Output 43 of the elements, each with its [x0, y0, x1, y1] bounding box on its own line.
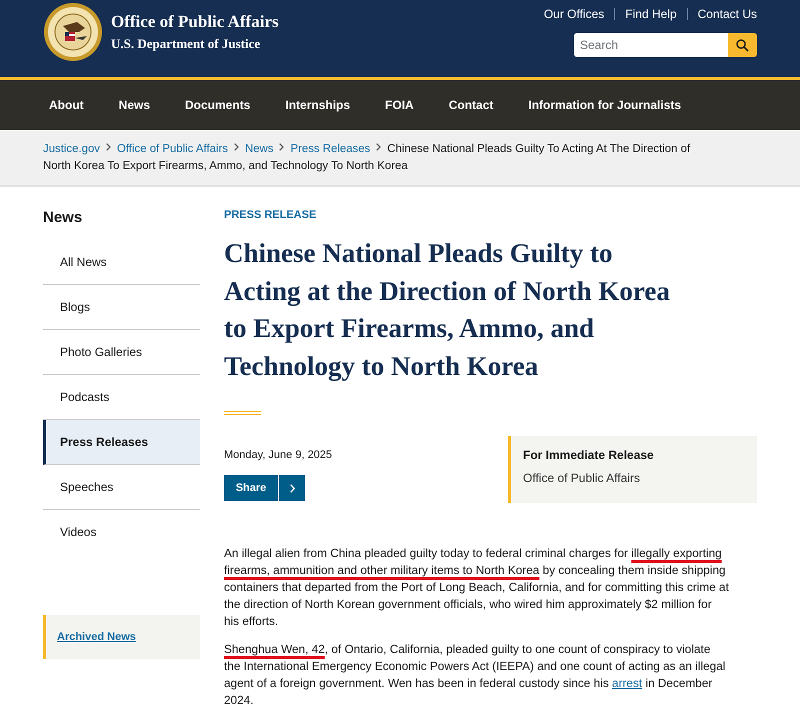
nav-link[interactable]: Information for Journalists: [528, 98, 682, 112]
nav-link[interactable]: Internships: [285, 98, 350, 112]
nav-link[interactable]: Documents: [185, 98, 250, 112]
breadcrumb-link[interactable]: Press Releases: [290, 143, 370, 155]
arrest-link[interactable]: arrest: [612, 676, 642, 690]
utility-link[interactable]: Find Help: [625, 7, 677, 21]
chevron-icon: [290, 484, 294, 492]
breadcrumb-current: Chinese National Pleads Guilty To Acting At The Direction of: [387, 143, 690, 155]
chevron-icon: [106, 143, 111, 151]
breadcrumb-link[interactable]: News: [245, 143, 274, 155]
breadcrumb-link[interactable]: Justice.gov: [43, 143, 100, 155]
search-icon: [736, 38, 749, 52]
content-type-label: PRESS RELEASE: [224, 209, 318, 221]
sidebar-item[interactable]: Speeches: [43, 465, 200, 510]
nav-link[interactable]: About: [49, 98, 84, 112]
utility-link[interactable]: Our Offices: [544, 7, 604, 21]
chevron-icon: [376, 143, 382, 151]
breadcrumb-current: North Korea To Export Firearms, Ammo, and Technology To North Korea: [43, 159, 408, 174]
sidebar-item[interactable]: Blogs: [43, 285, 200, 330]
site-title[interactable]: Office of Public Affairs: [111, 12, 279, 32]
body-paragraph: An illegal alien from China pleaded guilty today to federal criminal charges for illegally exporting firearms, ammunition and other military items to North Korea by concealing them inside shipping containers that departed from the Port of Long Beach, California, and for committing this crime at the direction of North Korean government officials, who wired him approximately $2 million for his efforts.: [224, 545, 729, 630]
article-date: Monday, June 9, 2025: [224, 449, 332, 461]
release-heading: For Immediate Release: [523, 448, 655, 462]
site-subtitle: U.S. Department of Justice: [111, 36, 262, 52]
chevron-icon: [279, 143, 284, 151]
sidebar-item[interactable]: Videos: [43, 510, 200, 555]
article-title: Chinese National Pleads Guilty to Acting at the Direction of North Korea to Export Firearms, Ammo, and Technology to North Korea: [224, 237, 671, 383]
utility-link[interactable]: Contact Us: [698, 7, 757, 21]
sidebar-item[interactable]: All News: [43, 240, 200, 285]
nav-link[interactable]: Contact: [448, 98, 494, 112]
body-paragraph: Shenghua Wen, 42, of Ontario, California, pleaded guilty to one count of conspiracy to violate the International Emergency Economic Powers Act (IEEPA) and one count of acting as an illegal agent of a foreign government. Wen has been in federal custody since his arrest in December 2024.: [224, 641, 726, 708]
share-button[interactable]: Share: [224, 475, 305, 501]
breadcrumb-link[interactable]: Office of Public Affairs: [116, 143, 228, 155]
search-input[interactable]: Search: [574, 33, 728, 57]
release-office: Office of Public Affairs: [523, 471, 641, 485]
sidebar-item[interactable]: Photo Galleries: [43, 330, 200, 375]
sidebar-item[interactable]: Press Releases: [43, 420, 200, 465]
nav-link[interactable]: FOIA: [385, 98, 414, 112]
nav-link[interactable]: News: [118, 98, 150, 112]
archived-news-link[interactable]: Archived News: [57, 631, 136, 643]
sidebar-heading: News: [43, 209, 84, 226]
search-button[interactable]: [728, 33, 757, 57]
chevron-icon: [234, 143, 239, 151]
